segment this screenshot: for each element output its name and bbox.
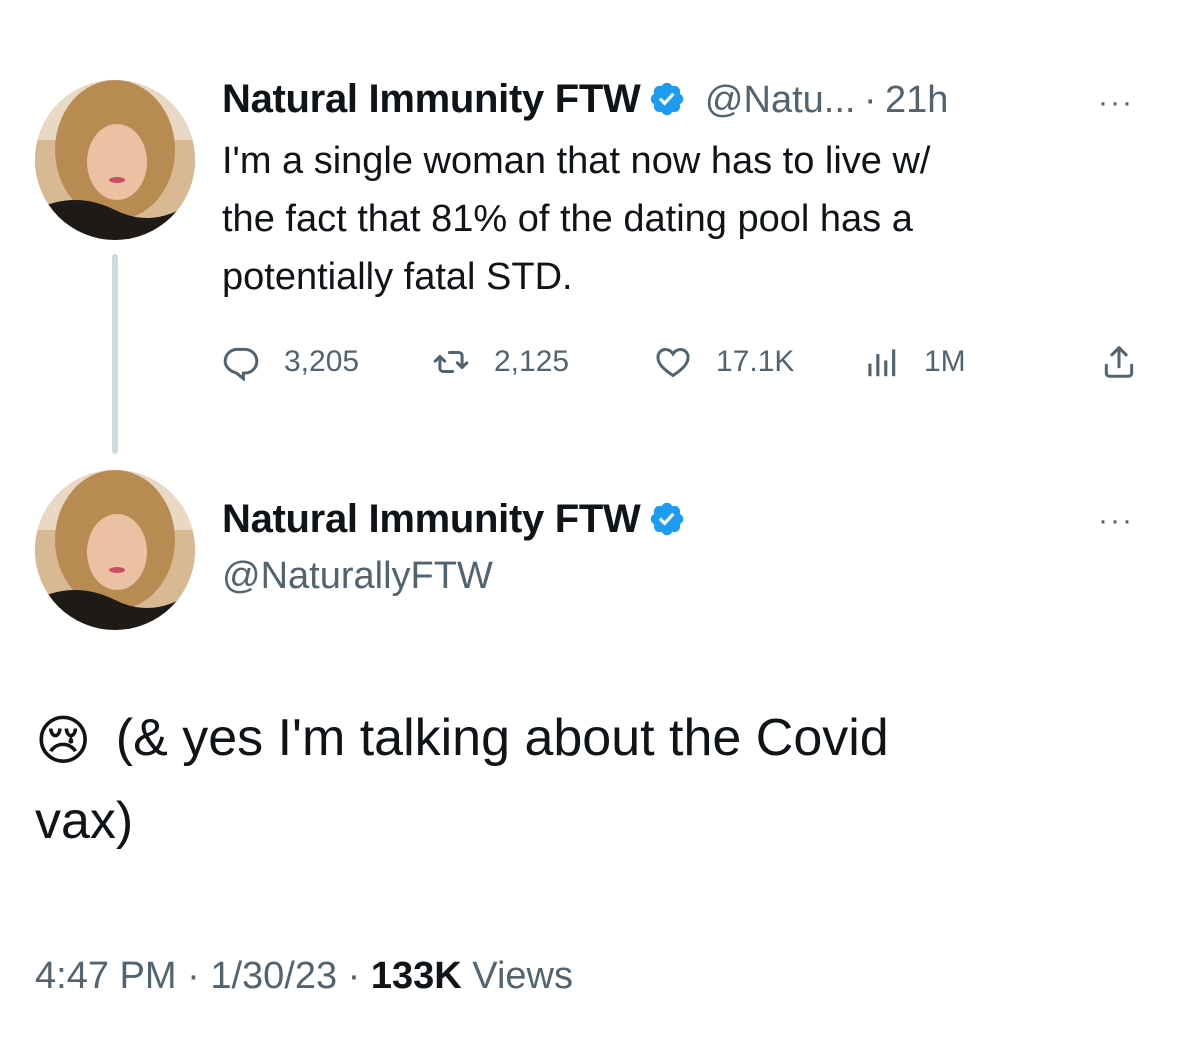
avatar[interactable] xyxy=(35,470,195,630)
timestamp[interactable]: 21h xyxy=(885,79,948,121)
handle[interactable]: @NaturallyFTW xyxy=(222,555,493,598)
tweet1-text-line: the fact that 81% of the dating pool has… xyxy=(222,198,913,240)
verified-badge-icon xyxy=(651,82,684,116)
tweet-meta-footer: 4:47 PM · 1/30/23 · 133K Views xyxy=(35,955,573,998)
display-name[interactable]: Natural Immunity FTW xyxy=(222,497,641,541)
avatar[interactable] xyxy=(35,80,195,240)
views-count: 1M xyxy=(924,345,966,378)
separator-dot: · xyxy=(863,79,877,121)
separator-dot: · xyxy=(347,955,361,997)
retweet-icon xyxy=(433,350,469,374)
handle[interactable]: @Natu... xyxy=(705,79,856,121)
tweet1-text-line: I'm a single woman that now has to live … xyxy=(222,140,931,182)
tweet2-text-line: (& yes I'm talking about the Covid xyxy=(115,709,889,767)
more-options-icon[interactable]: ··· xyxy=(1098,504,1134,538)
reply-button[interactable]: 3,205 xyxy=(222,343,359,381)
like-count: 17.1K xyxy=(716,345,795,378)
tweet2-text-line: vax) xyxy=(35,792,134,850)
tweet2-header: Natural Immunity FTW xyxy=(222,497,686,542)
tweet1-action-bar: 3,205 2,125 17.1K 1M xyxy=(222,342,1152,382)
tweet1-text: I'm a single woman that now has to live … xyxy=(222,132,1142,306)
views-label: Views xyxy=(472,955,573,997)
reply-icon xyxy=(223,347,259,381)
tweet-time[interactable]: 4:47 PM xyxy=(35,955,177,997)
views-button[interactable]: 1M xyxy=(862,343,966,381)
like-icon xyxy=(656,347,690,378)
views-icon xyxy=(868,349,896,377)
share-button[interactable] xyxy=(1100,343,1138,381)
separator-dot: · xyxy=(187,955,200,997)
crying-face-emoji: 😢 xyxy=(35,711,92,771)
more-options-icon[interactable]: ··· xyxy=(1098,86,1134,120)
tweet1-header: Natural Immunity FTW @Natu... · 21h xyxy=(222,77,948,122)
display-name[interactable]: Natural Immunity FTW xyxy=(222,77,641,121)
share-icon xyxy=(1104,346,1134,378)
reply-count: 3,205 xyxy=(284,345,360,378)
tweet-date[interactable]: 1/30/23 xyxy=(210,955,337,997)
retweet-count: 2,125 xyxy=(494,345,570,378)
tweet1-text-line: potentially fatal STD. xyxy=(222,256,573,298)
like-button[interactable]: 17.1K xyxy=(654,343,794,381)
verified-badge-icon xyxy=(651,502,684,536)
thread-connector-line xyxy=(112,254,118,454)
tweet2-text: 😢 (& yes I'm talking about the Covid vax… xyxy=(35,698,1165,861)
retweet-button[interactable]: 2,125 xyxy=(432,343,569,381)
views-total: 133K xyxy=(370,955,462,997)
